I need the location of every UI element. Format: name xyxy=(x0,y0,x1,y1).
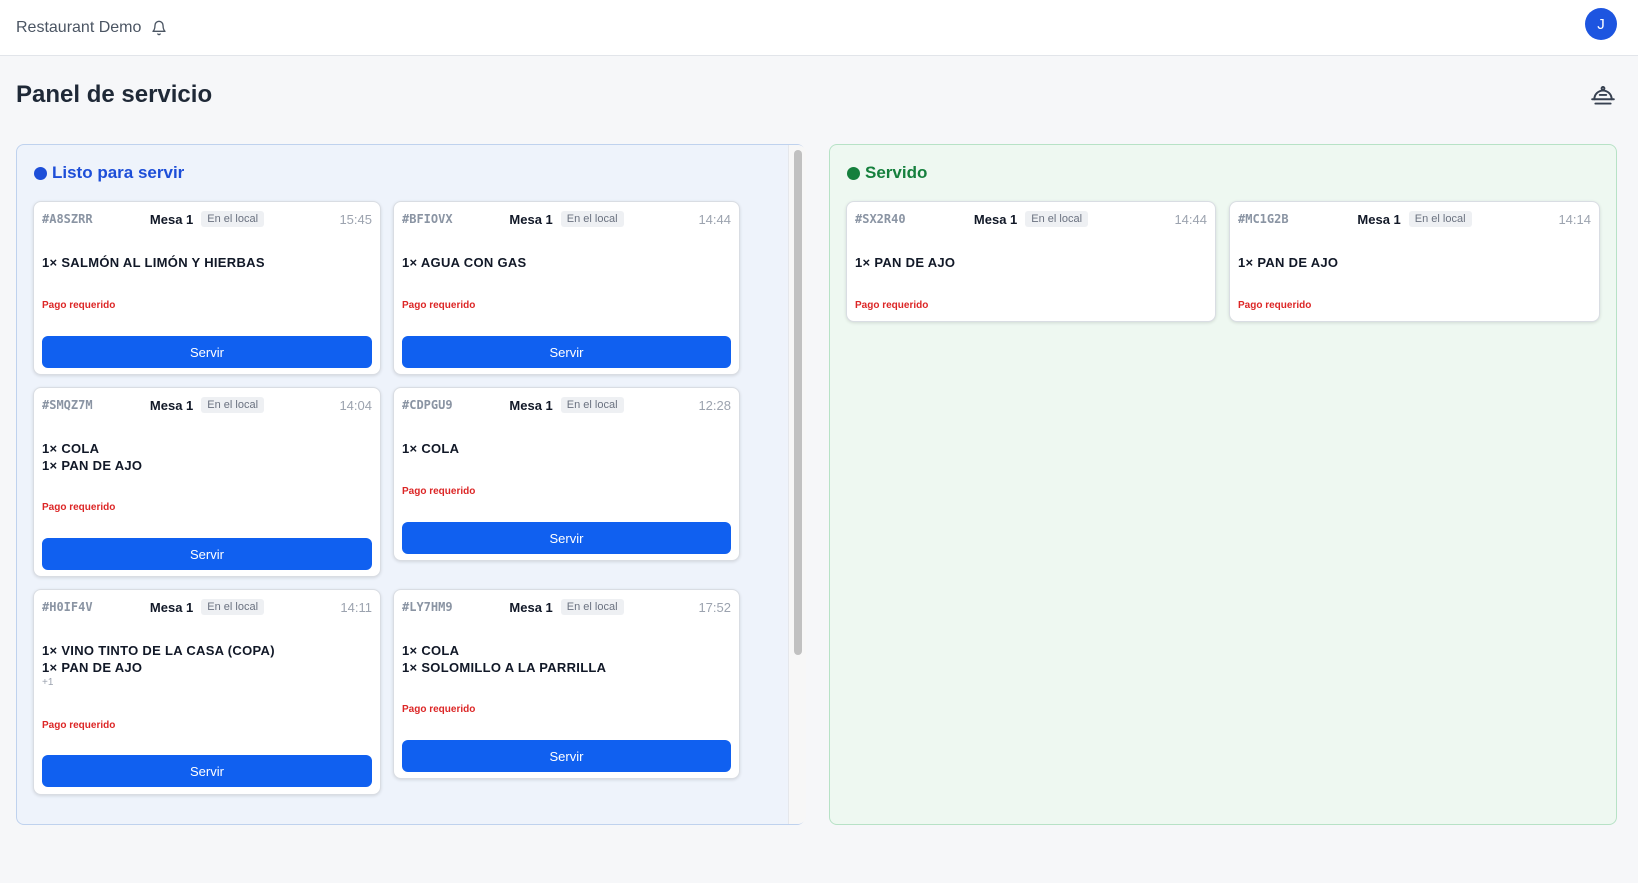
order-item: 1× COLA xyxy=(402,441,460,456)
order-type-badge: En el local xyxy=(560,397,624,413)
order-item: 1× AGUA CON GAS xyxy=(402,255,527,270)
order-item: 1× SOLOMILLO A LA PARRILLA xyxy=(402,660,607,675)
order-items: 1× PAN DE AJO xyxy=(1238,254,1338,271)
order-items: 1× PAN DE AJO xyxy=(855,254,955,271)
ready-column: Listo para servir #A8SZRR Mesa 1 En el lo… xyxy=(16,144,806,825)
table-label: Mesa 1 xyxy=(149,599,194,615)
order-type-badge: En el local xyxy=(1025,211,1089,227)
order-type-badge: En el local xyxy=(201,397,265,413)
payment-status: Pago requerido xyxy=(402,486,476,497)
order-card: #SMQZ7M Mesa 1 En el local 14:04 1× COLA … xyxy=(33,387,381,577)
status-dot-icon xyxy=(34,166,47,180)
order-items: 1× COLA xyxy=(402,440,459,457)
payment-status: Pago requerido xyxy=(42,300,116,311)
served-column: Servido #SX2R40 Mesa 1 En el local 14:44 … xyxy=(829,144,1617,825)
order-items: 1× AGUA CON GAS xyxy=(402,254,527,271)
order-item: 1× SALMÓN AL LIMÓN Y HIERBAS xyxy=(42,255,265,270)
order-item: 1× PAN DE AJO xyxy=(855,255,956,270)
order-items: 1× VINO TINTO DE LA CASA (COPA) 1× PAN D… xyxy=(42,642,275,688)
scrollbar-thumb[interactable] xyxy=(794,150,802,655)
table-label: Mesa 1 xyxy=(149,397,194,413)
order-card: #CDPGU9 Mesa 1 En el local 12:28 1× COLA … xyxy=(393,387,740,561)
order-item: 1× VINO TINTO DE LA CASA (COPA) xyxy=(42,643,275,658)
order-card: #A8SZRR Mesa 1 En el local 15:45 1× SALMÓ… xyxy=(33,201,381,375)
table-label: Mesa 1 xyxy=(509,211,553,227)
order-item: 1× COLA xyxy=(42,441,100,456)
bell-icon[interactable] xyxy=(151,20,167,36)
order-type-badge: En el local xyxy=(560,211,624,227)
order-time: 14:14 xyxy=(1558,212,1591,227)
order-card: #MC1G2B Mesa 1 En el local 14:14 1× PAN D… xyxy=(1229,201,1600,322)
order-card: #LY7HM9 Mesa 1 En el local 17:52 1× COLA … xyxy=(393,589,740,779)
order-time: 12:28 xyxy=(698,398,731,413)
order-type-badge: En el local xyxy=(1408,211,1472,227)
payment-status: Pago requerido xyxy=(42,502,116,513)
payment-status: Pago requerido xyxy=(855,300,929,311)
order-time: 14:11 xyxy=(340,600,372,615)
app-title: Restaurant Demo xyxy=(16,18,142,36)
order-time: 15:45 xyxy=(339,212,372,227)
serve-button[interactable]: Servir xyxy=(402,740,731,772)
table-label: Mesa 1 xyxy=(509,397,553,413)
status-dot-icon xyxy=(847,166,860,180)
serve-button[interactable]: Servir xyxy=(42,755,372,787)
ready-column-title: Listo para servir xyxy=(52,163,185,182)
order-time: 14:44 xyxy=(698,212,731,227)
order-item: 1× COLA xyxy=(402,643,460,658)
order-item: 1× PAN DE AJO xyxy=(42,458,143,473)
order-item: 1× PAN DE AJO xyxy=(1238,255,1339,270)
order-time: 17:52 xyxy=(698,600,731,615)
serve-button[interactable]: Servir xyxy=(402,522,731,554)
order-card: #BFIOVX Mesa 1 En el local 14:44 1× AGUA … xyxy=(393,201,740,375)
top-bar: Restaurant Demo J xyxy=(0,0,1638,56)
order-items: 1× SALMÓN AL LIMÓN Y HIERBAS xyxy=(42,254,265,271)
table-label: Mesa 1 xyxy=(1357,211,1401,227)
order-card: #SX2R40 Mesa 1 En el local 14:44 1× PAN D… xyxy=(846,201,1216,322)
waiter-icon[interactable] xyxy=(1590,83,1616,109)
order-time: 14:04 xyxy=(339,398,372,413)
serve-button[interactable]: Servir xyxy=(402,336,731,368)
order-type-badge: En el local xyxy=(201,599,265,615)
payment-status: Pago requerido xyxy=(402,704,476,715)
served-column-title: Servido xyxy=(865,163,928,182)
payment-status: Pago requerido xyxy=(42,720,116,731)
order-type-badge: En el local xyxy=(560,599,624,615)
scrollbar[interactable] xyxy=(788,145,806,824)
table-label: Mesa 1 xyxy=(973,211,1018,227)
order-items: 1× COLA 1× SOLOMILLO A LA PARRILLA xyxy=(402,642,606,676)
order-type-badge: En el local xyxy=(201,211,265,227)
table-label: Mesa 1 xyxy=(509,599,553,615)
order-card: #H0IF4V Mesa 1 En el local 14:11 1× VINO … xyxy=(33,589,381,795)
page-title: Panel de servicio xyxy=(16,81,213,108)
payment-status: Pago requerido xyxy=(1238,300,1312,311)
order-time: 14:44 xyxy=(1174,212,1207,227)
ready-column-header: Listo para servir xyxy=(34,163,184,183)
serve-button[interactable]: Servir xyxy=(42,336,372,368)
serve-button[interactable]: Servir xyxy=(42,538,372,570)
order-item: 1× PAN DE AJO xyxy=(42,660,143,675)
order-items: 1× COLA 1× PAN DE AJO xyxy=(42,440,142,474)
table-label: Mesa 1 xyxy=(149,211,194,227)
more-items-count: +1 xyxy=(42,677,54,688)
payment-status: Pago requerido xyxy=(402,300,476,311)
avatar[interactable]: J xyxy=(1585,8,1617,40)
served-column-header: Servido xyxy=(847,163,927,183)
